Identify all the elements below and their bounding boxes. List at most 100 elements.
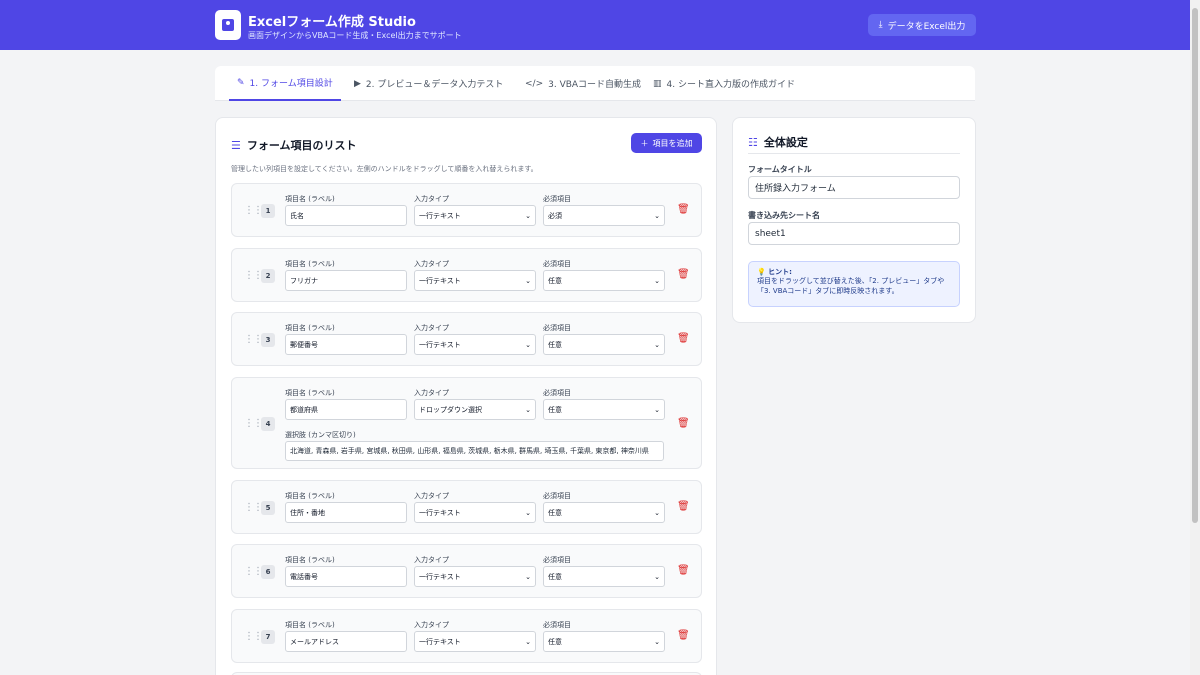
required-caption: 必須項目: [543, 195, 571, 203]
item-label-input[interactable]: 住所・番地: [285, 502, 407, 523]
input-type-select[interactable]: 一行テキスト ⌄: [414, 205, 536, 226]
row-number: 3: [261, 333, 275, 347]
input-type-value: 一行テキスト: [419, 211, 461, 220]
item-label-value: フリガナ: [290, 276, 318, 285]
tab-form-design[interactable]: ✎ 1. フォーム項目設計: [229, 66, 341, 101]
type-caption: 入力タイプ: [414, 492, 449, 500]
play-icon: ▶: [354, 78, 361, 89]
app-title: Excelフォーム作成 Studio: [248, 15, 416, 30]
required-caption: 必須項目: [543, 324, 571, 332]
hint-head-text: ヒント:: [768, 268, 792, 276]
page-scrollbar[interactable]: [1190, 0, 1200, 675]
chevron-down-icon: ⌄: [525, 211, 531, 220]
item-label-input[interactable]: 電話番号: [285, 566, 407, 587]
export-excel-button[interactable]: ⤓ データをExcel出力: [868, 14, 976, 36]
trash-icon[interactable]: 🗑: [677, 418, 690, 429]
chevron-down-icon: ⌄: [525, 508, 531, 517]
options-value: 北海道, 青森県, 岩手県, 宮城県, 秋田県, 山形県, 福島県, 茨城県, …: [290, 447, 649, 455]
input-type-select[interactable]: ドロップダウン選択 ⌄: [414, 399, 536, 420]
item-label-input[interactable]: 氏名: [285, 205, 407, 226]
required-caption: 必須項目: [543, 492, 571, 500]
tab-label: 2. プレビュー＆データ入力テスト: [365, 80, 504, 90]
row-number: 5: [261, 501, 275, 515]
required-caption: 必須項目: [543, 556, 571, 564]
item-label-value: 電話番号: [290, 572, 318, 581]
app-header: Excelフォーム作成 Studio 画面デザインからVBAコード生成・Exce…: [0, 0, 1190, 50]
item-label-value: 氏名: [290, 211, 304, 220]
required-select[interactable]: 任意 ⌄: [543, 334, 665, 355]
label-caption: 項目名 (ラベル): [285, 195, 335, 203]
required-select[interactable]: 任意 ⌄: [543, 270, 665, 291]
app-subtitle: 画面デザインからVBAコード生成・Excel出力までサポート: [248, 31, 462, 40]
drag-handle-icon[interactable]: ⋮⋮: [244, 566, 263, 577]
add-item-button[interactable]: ＋ 項目を追加: [631, 133, 702, 153]
tab-sheet-guide[interactable]: ▥ 4. シート直入力版の作成ガイド: [645, 66, 803, 101]
item-label-value: 都道府県: [290, 405, 318, 414]
chevron-down-icon: ⌄: [525, 276, 531, 285]
required-caption: 必須項目: [543, 389, 571, 397]
input-type-select[interactable]: 一行テキスト ⌄: [414, 334, 536, 355]
add-item-label: 項目を追加: [652, 138, 693, 148]
required-select[interactable]: 任意 ⌄: [543, 502, 665, 523]
type-caption: 入力タイプ: [414, 556, 449, 564]
list-check-icon: ☰: [231, 138, 241, 152]
drag-handle-icon[interactable]: ⋮⋮: [244, 502, 263, 513]
trash-icon[interactable]: 🗑: [677, 204, 690, 215]
drag-handle-icon[interactable]: ⋮⋮: [244, 270, 263, 281]
input-type-select[interactable]: 一行テキスト ⌄: [414, 566, 536, 587]
global-settings-card: ☷ 全体設定 フォームタイトル 住所録入力フォーム 書き込み先シート名 shee…: [732, 117, 976, 323]
trash-icon[interactable]: 🗑: [677, 565, 690, 576]
input-type-select[interactable]: 一行テキスト ⌄: [414, 631, 536, 652]
settings-title-text: 全体設定: [763, 136, 808, 149]
trash-icon[interactable]: 🗑: [677, 630, 690, 641]
required-select[interactable]: 任意 ⌄: [543, 399, 665, 420]
form-title-input[interactable]: 住所録入力フォーム: [748, 176, 960, 199]
row-number: 7: [261, 630, 275, 644]
form-item-row: ⋮⋮ 4 項目名 (ラベル) 入力タイプ 必須項目 都道府県 ドロップダウン選択…: [231, 377, 702, 469]
label-caption: 項目名 (ラベル): [285, 260, 335, 268]
settings-divider: [748, 153, 960, 154]
scrollbar-thumb[interactable]: [1192, 8, 1198, 523]
item-label-input[interactable]: メールアドレス: [285, 631, 407, 652]
drag-handle-icon[interactable]: ⋮⋮: [244, 418, 263, 429]
type-caption: 入力タイプ: [414, 195, 449, 203]
drag-handle-icon[interactable]: ⋮⋮: [244, 205, 263, 216]
input-type-select[interactable]: 一行テキスト ⌄: [414, 270, 536, 291]
drag-handle-icon[interactable]: ⋮⋮: [244, 334, 263, 345]
required-select[interactable]: 任意 ⌄: [543, 631, 665, 652]
input-type-select[interactable]: 一行テキスト ⌄: [414, 502, 536, 523]
tab-label: 4. シート直入力版の作成ガイド: [666, 80, 795, 90]
input-type-value: 一行テキスト: [419, 508, 461, 517]
trash-icon[interactable]: 🗑: [677, 333, 690, 344]
row-number: 1: [261, 204, 275, 218]
required-value: 任意: [548, 508, 562, 517]
chevron-down-icon: ⌄: [525, 637, 531, 646]
trash-icon[interactable]: 🗑: [677, 269, 690, 280]
tab-vba-code[interactable]: </> 3. VBAコード自動生成: [517, 66, 649, 101]
chevron-down-icon: ⌄: [654, 276, 660, 285]
form-items-title-text: フォーム項目のリスト: [246, 139, 357, 152]
label-caption: 項目名 (ラベル): [285, 492, 335, 500]
row-number: 4: [261, 417, 275, 431]
chevron-down-icon: ⌄: [654, 637, 660, 646]
item-label-input[interactable]: フリガナ: [285, 270, 407, 291]
required-select[interactable]: 任意 ⌄: [543, 566, 665, 587]
options-input[interactable]: 北海道, 青森県, 岩手県, 宮城県, 秋田県, 山形県, 福島県, 茨城県, …: [285, 441, 664, 461]
required-select[interactable]: 必須 ⌄: [543, 205, 665, 226]
form-item-row: ⋮⋮ 7 項目名 (ラベル) 入力タイプ 必須項目 メールアドレス 一行テキスト…: [231, 609, 702, 663]
chevron-down-icon: ⌄: [525, 340, 531, 349]
trash-icon[interactable]: 🗑: [677, 501, 690, 512]
settings-title: ☷ 全体設定: [748, 134, 808, 150]
item-label-input[interactable]: 都道府県: [285, 399, 407, 420]
sheet-name-input[interactable]: sheet1: [748, 222, 960, 245]
form-item-row: ⋮⋮ 1 項目名 (ラベル) 入力タイプ 必須項目 氏名 一行テキスト ⌄ 必須 ⌄…: [231, 183, 702, 237]
code-icon: </>: [525, 78, 544, 89]
item-label-input[interactable]: 郵便番号: [285, 334, 407, 355]
input-type-value: 一行テキスト: [419, 572, 461, 581]
label-caption: 項目名 (ラベル): [285, 324, 335, 332]
required-value: 任意: [548, 637, 562, 646]
drag-handle-icon[interactable]: ⋮⋮: [244, 631, 263, 642]
form-items-description: 管理したい列項目を設定してください。左側のハンドルをドラッグして順番を入れ替えら…: [231, 165, 538, 173]
form-item-row: ⋮⋮ 6 項目名 (ラベル) 入力タイプ 必須項目 電話番号 一行テキスト ⌄ 任…: [231, 544, 702, 598]
tab-preview[interactable]: ▶ 2. プレビュー＆データ入力テスト: [346, 66, 511, 101]
